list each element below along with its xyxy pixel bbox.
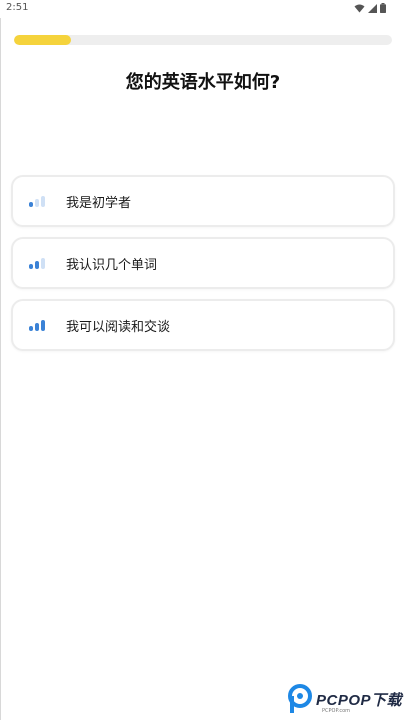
level-3-bars-icon xyxy=(29,318,47,332)
level-bar xyxy=(41,320,45,331)
watermark: PCPOP下载 PCPOP.com xyxy=(287,684,402,714)
battery-icon xyxy=(380,3,386,13)
level-options: 我是初学者 我认识几个单词 我可以阅读和交谈 xyxy=(11,175,395,361)
wifi-icon xyxy=(354,4,365,12)
level-bar xyxy=(29,264,33,269)
level-bar xyxy=(29,202,33,207)
level-bar xyxy=(41,196,45,207)
watermark-text: PCPOP下载 xyxy=(315,691,402,709)
level-2-bars-icon xyxy=(29,256,47,270)
left-edge-divider xyxy=(0,18,1,720)
option-read-and-talk[interactable]: 我可以阅读和交谈 xyxy=(11,299,395,351)
option-few-words[interactable]: 我认识几个单词 xyxy=(11,237,395,289)
status-bar: 2:51 xyxy=(0,0,406,18)
level-bar xyxy=(29,326,33,331)
level-bar xyxy=(35,261,39,269)
option-beginner[interactable]: 我是初学者 xyxy=(11,175,395,227)
option-label: 我可以阅读和交谈 xyxy=(66,319,171,335)
level-1-bars-icon xyxy=(29,194,47,208)
signal-icon xyxy=(368,3,377,13)
level-bar xyxy=(41,258,45,269)
question-title: 您的英语水平如何? xyxy=(125,72,281,93)
watermark-subtext: PCPOP.com xyxy=(322,708,350,714)
level-bar xyxy=(35,199,39,207)
option-label: 我是初学者 xyxy=(66,195,132,211)
pcpop-logo-icon xyxy=(287,684,312,713)
progress-fill xyxy=(14,35,71,45)
status-icons xyxy=(354,3,386,13)
option-label: 我认识几个单词 xyxy=(66,257,158,273)
level-bar xyxy=(35,323,39,331)
status-time: 2:51 xyxy=(6,2,29,13)
progress-bar xyxy=(14,35,392,45)
